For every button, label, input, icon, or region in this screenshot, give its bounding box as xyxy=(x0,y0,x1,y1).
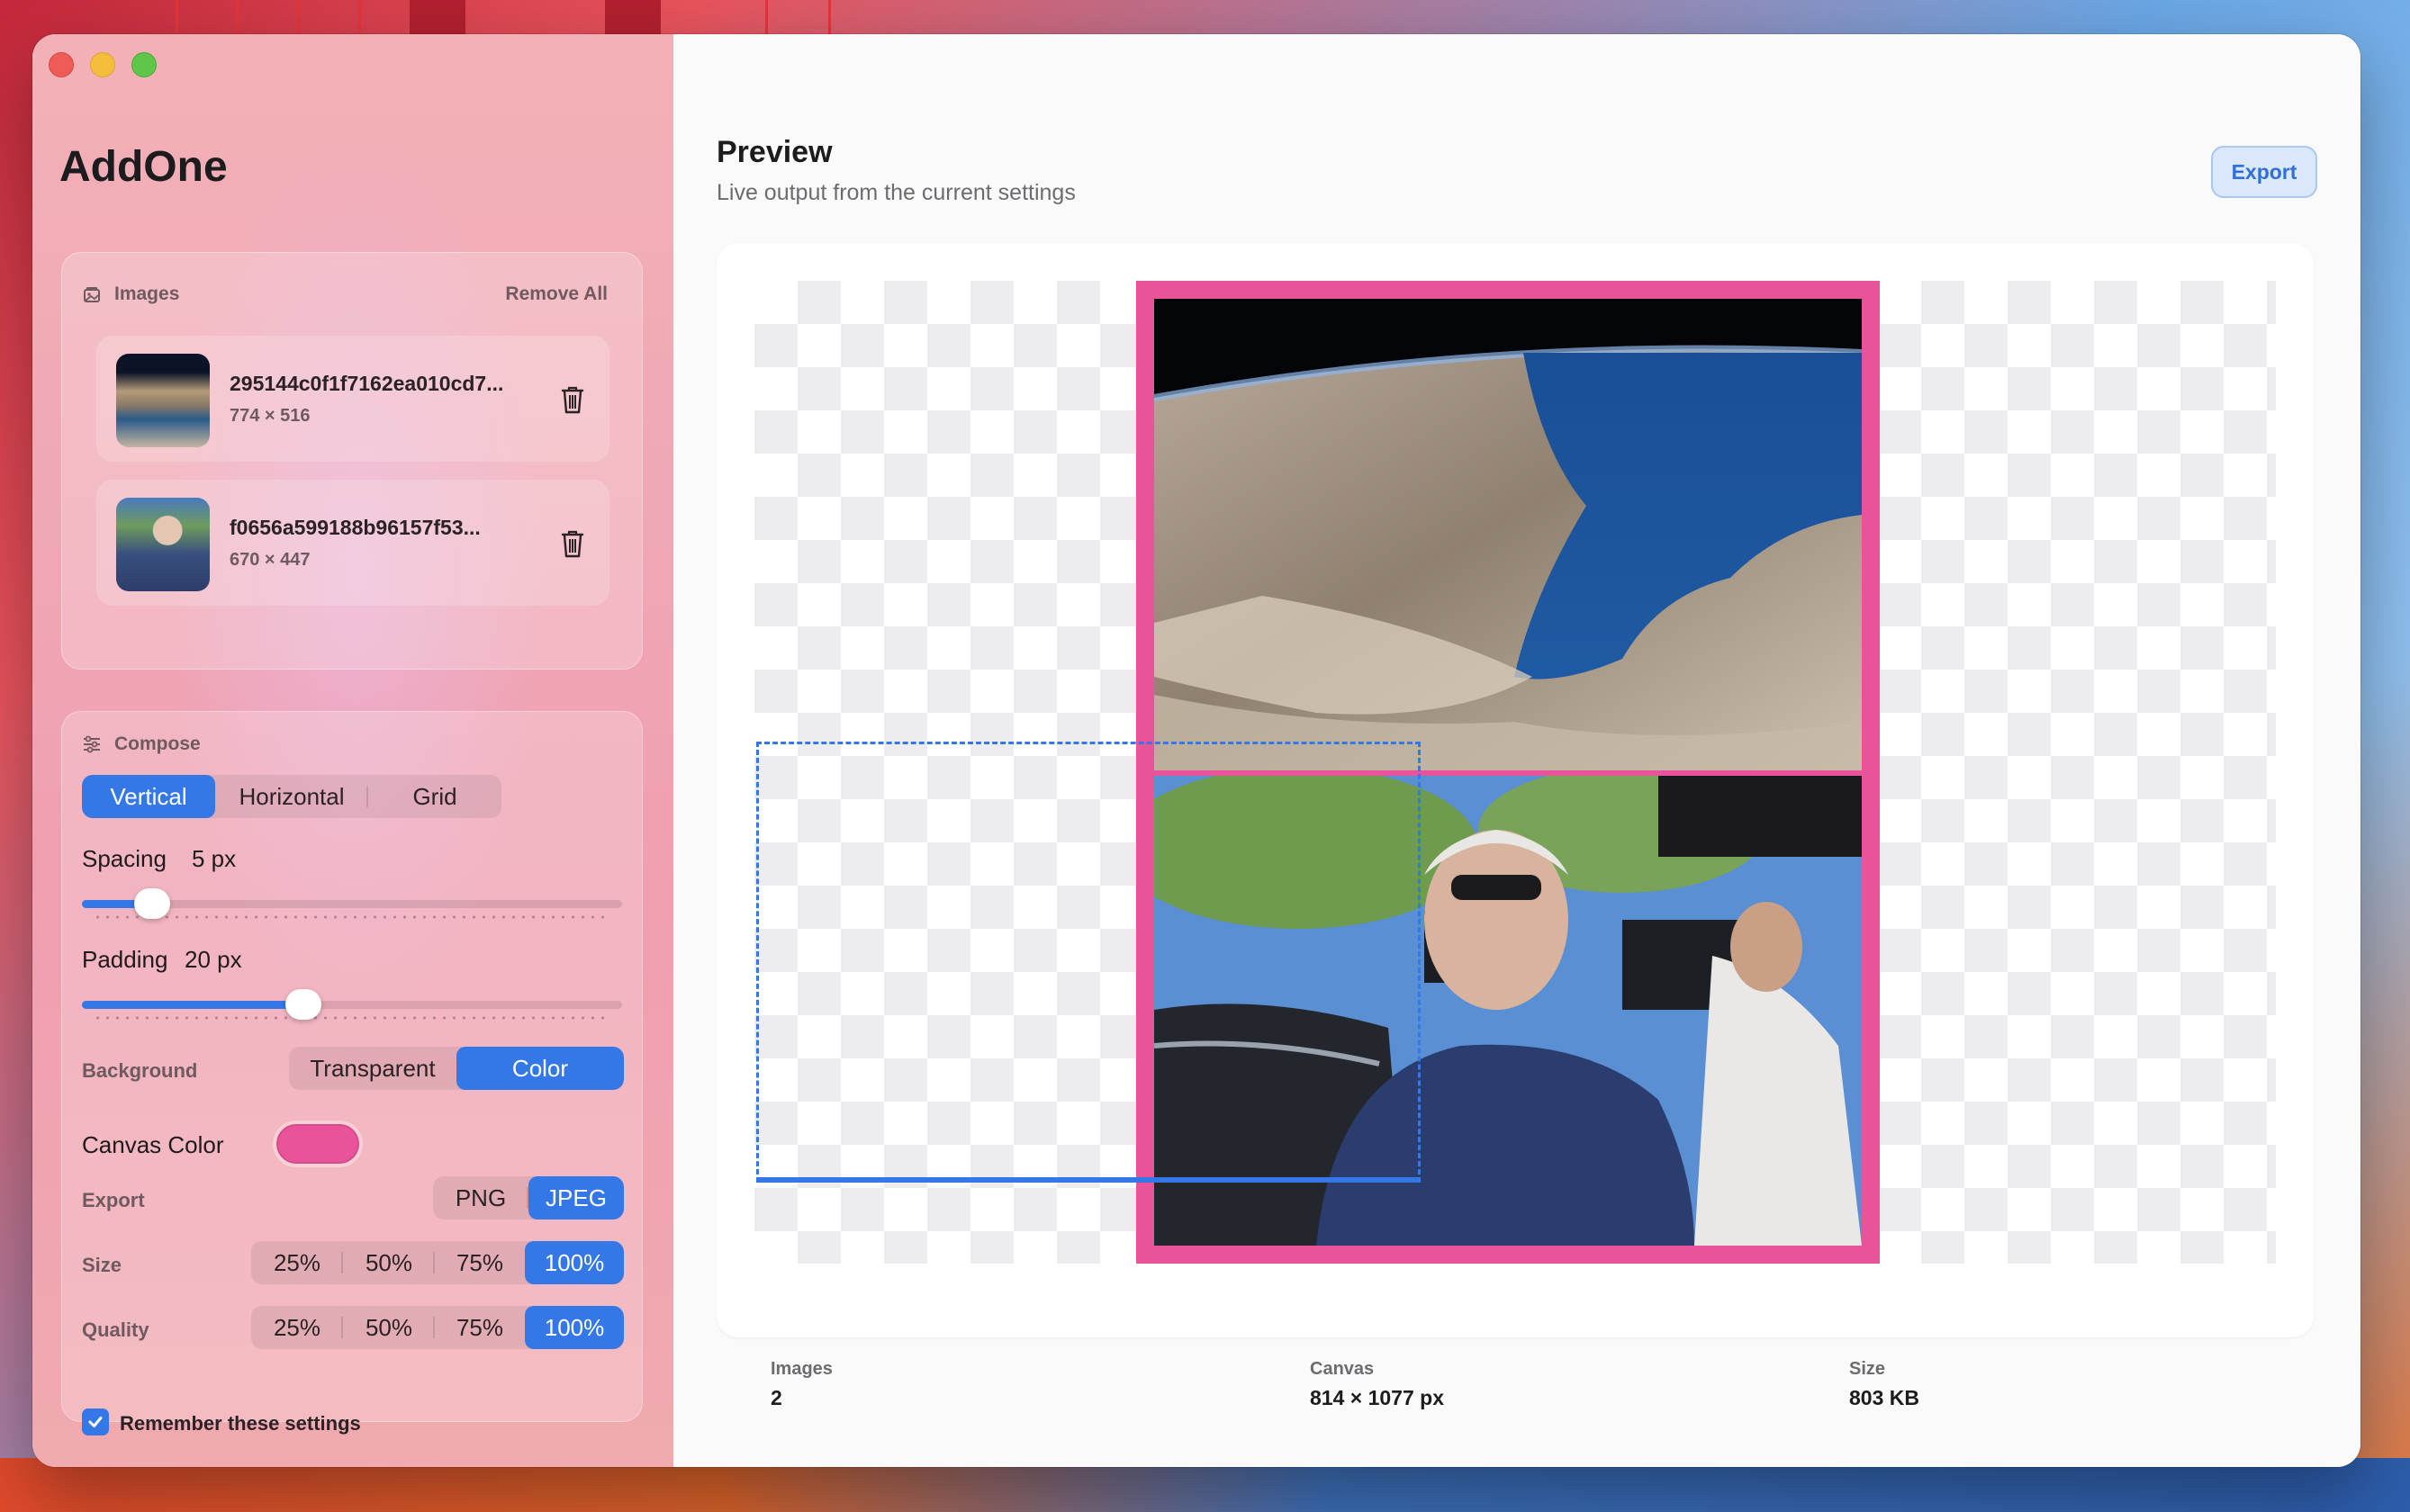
window-controls xyxy=(49,52,157,77)
stat-size-value: 803 KB xyxy=(1849,1386,1919,1409)
compose-heading: Compose xyxy=(114,734,201,754)
background-transparent-option[interactable]: Transparent xyxy=(289,1047,456,1090)
canvas-color-swatch[interactable] xyxy=(276,1124,359,1164)
app-title: AddOne xyxy=(59,143,228,191)
export-button[interactable]: Export xyxy=(2211,146,2317,198)
layout-horizontal-option[interactable]: Horizontal xyxy=(215,775,368,818)
slider-ticks xyxy=(93,915,611,919)
quality-50-option[interactable]: 50% xyxy=(343,1306,435,1349)
zoom-window-button[interactable] xyxy=(131,52,157,77)
canvas-color-label: Canvas Color xyxy=(82,1131,224,1158)
background-label: Background xyxy=(82,1059,198,1082)
compose-card: Compose Vertical Horizontal Grid Spacing… xyxy=(61,711,643,1436)
export-png-option[interactable]: PNG xyxy=(433,1176,528,1220)
quality-100-option[interactable]: 100% xyxy=(525,1306,624,1349)
background-color-option[interactable]: Color xyxy=(456,1047,624,1090)
spacing-value: 5 px xyxy=(192,845,237,872)
remember-settings-checkbox[interactable] xyxy=(82,1408,109,1436)
export-format-segmented-control: PNG JPEG xyxy=(433,1176,624,1220)
image-dimensions: 774 × 516 xyxy=(230,406,311,426)
size-75-option[interactable]: 75% xyxy=(435,1241,525,1284)
image-dimensions: 670 × 447 xyxy=(230,550,311,570)
image-filename: f0656a599188b96157f53... xyxy=(230,516,481,539)
wallpaper-cable xyxy=(236,0,239,36)
export-jpeg-option[interactable]: JPEG xyxy=(528,1176,624,1220)
quality-25-option[interactable]: 25% xyxy=(251,1306,343,1349)
size-25-option[interactable]: 25% xyxy=(251,1241,343,1284)
image-list-item[interactable]: 295144c0f1f7162ea010cd7... 774 × 516 xyxy=(96,336,609,462)
stat-canvas-value: 814 × 1077 px xyxy=(1310,1386,1444,1409)
image-list-item[interactable]: f0656a599188b96157f53... 670 × 447 xyxy=(96,480,609,606)
preview-subtitle: Live output from the current settings xyxy=(717,180,1076,205)
images-header: Images xyxy=(82,284,179,305)
preview-title: Preview xyxy=(717,135,833,169)
layout-segmented-control: Vertical Horizontal Grid xyxy=(82,775,501,818)
image-thumbnail xyxy=(116,354,210,447)
images-card: Images Remove All 295144c0f1f7162ea010cd… xyxy=(61,252,643,670)
quality-segmented-control: 25% 50% 75% 100% xyxy=(251,1306,624,1349)
checkmark-icon xyxy=(88,1417,103,1427)
wallpaper-cable xyxy=(297,0,300,36)
size-50-option[interactable]: 50% xyxy=(343,1241,435,1284)
slider-ticks xyxy=(93,1016,611,1020)
wallpaper-bridge-tower xyxy=(410,0,465,36)
main-content: Preview Live output from the current set… xyxy=(673,34,2360,1467)
padding-label: Padding xyxy=(82,946,168,973)
wallpaper-cable xyxy=(176,0,178,36)
stat-size-label: Size xyxy=(1849,1359,1886,1379)
slider-fill xyxy=(82,1001,303,1009)
padding-slider[interactable] xyxy=(82,987,622,1023)
sliders-icon xyxy=(84,735,100,753)
layout-grid-option[interactable]: Grid xyxy=(368,775,501,818)
spacing-slider[interactable] xyxy=(82,886,622,922)
background-segmented-control: Transparent Color xyxy=(289,1047,624,1090)
remember-settings-label: Remember these settings xyxy=(120,1412,361,1435)
wallpaper-cable xyxy=(828,0,831,36)
wallpaper-cable xyxy=(358,0,361,36)
quality-75-option[interactable]: 75% xyxy=(435,1306,525,1349)
stat-canvas-label: Canvas xyxy=(1310,1359,1375,1379)
minimize-window-button[interactable] xyxy=(90,52,115,77)
export-format-label: Export xyxy=(82,1189,145,1211)
trash-icon[interactable] xyxy=(559,528,586,559)
app-window: AddOne Images Remove All 295144c0f1f7162… xyxy=(32,34,2360,1467)
photo-stack-icon xyxy=(84,287,100,302)
image-thumbnail xyxy=(116,498,210,591)
compose-header: Compose xyxy=(82,734,201,755)
close-window-button[interactable] xyxy=(49,52,74,77)
size-label: Size xyxy=(82,1254,122,1276)
slider-knob[interactable] xyxy=(285,989,321,1020)
image-filename: 295144c0f1f7162ea010cd7... xyxy=(230,372,504,395)
quality-label: Quality xyxy=(82,1318,149,1341)
earth-photo[interactable] xyxy=(1154,299,1862,770)
selection-outline xyxy=(756,742,1421,1183)
stat-images-value: 2 xyxy=(771,1386,782,1409)
wallpaper-bridge-tower xyxy=(605,0,661,36)
spacing-label: Spacing xyxy=(82,845,167,872)
size-segmented-control: 25% 50% 75% 100% xyxy=(251,1241,624,1284)
padding-value: 20 px xyxy=(185,946,242,973)
preview-panel xyxy=(717,243,2314,1337)
stat-images-label: Images xyxy=(771,1359,833,1379)
layout-vertical-option[interactable]: Vertical xyxy=(82,775,215,818)
slider-knob[interactable] xyxy=(134,888,170,919)
images-heading: Images xyxy=(114,284,180,304)
remove-all-button[interactable]: Remove All xyxy=(505,284,608,305)
trash-icon[interactable] xyxy=(559,384,586,415)
sidebar: AddOne Images Remove All 295144c0f1f7162… xyxy=(32,34,673,1467)
wallpaper-cable xyxy=(765,0,768,36)
size-100-option[interactable]: 100% xyxy=(525,1241,624,1284)
